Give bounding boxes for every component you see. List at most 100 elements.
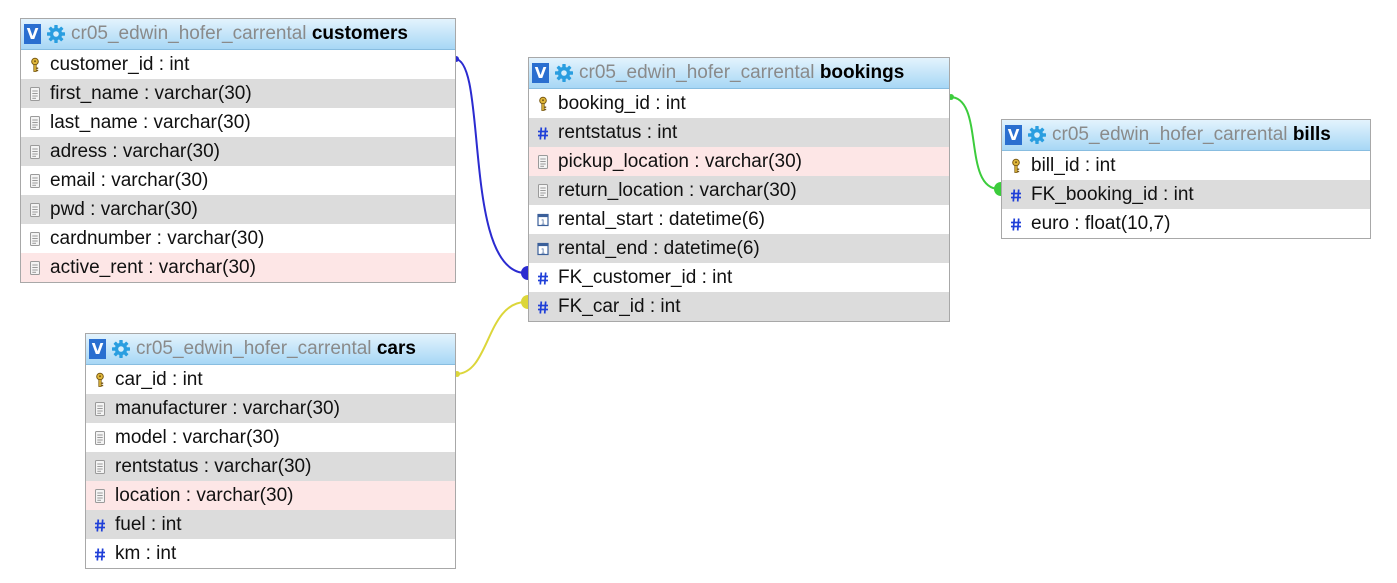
column-row[interactable]: return_location : varchar(30) bbox=[529, 176, 949, 205]
table-title[interactable]: cr05_edwin_hofer_carrental bills bbox=[1052, 124, 1331, 146]
column-row[interactable]: FK_booking_id : int bbox=[1002, 180, 1370, 209]
gear-icon[interactable] bbox=[554, 63, 574, 83]
column-label: km : int bbox=[115, 542, 177, 564]
column-row[interactable]: 1 rental_start : datetime(6) bbox=[529, 205, 949, 234]
table-title[interactable]: cr05_edwin_hofer_carrental cars bbox=[136, 338, 416, 360]
column-row[interactable]: pwd : varchar(30) bbox=[21, 195, 455, 224]
relation-cars-bookings[interactable] bbox=[455, 301, 527, 375]
column-row[interactable]: model : varchar(30) bbox=[86, 423, 455, 452]
database-name: cr05_edwin_hofer_carrental bbox=[579, 62, 815, 83]
table-bills[interactable]: V cr05_edwin_hofer_carrental bills bill_… bbox=[1001, 119, 1371, 239]
svg-text:1: 1 bbox=[541, 218, 545, 226]
text-column-icon bbox=[94, 430, 106, 446]
collapse-toggle-icon[interactable]: V bbox=[532, 63, 549, 83]
column-label: last_name : varchar(30) bbox=[50, 111, 251, 133]
text-column-icon bbox=[29, 115, 41, 131]
table-title[interactable]: cr05_edwin_hofer_carrental bookings bbox=[579, 62, 904, 84]
column-row[interactable]: FK_customer_id : int bbox=[529, 263, 949, 292]
column-label: active_rent : varchar(30) bbox=[50, 256, 256, 278]
column-row[interactable]: euro : float(10,7) bbox=[1002, 209, 1370, 238]
collapse-toggle-icon[interactable]: V bbox=[24, 24, 41, 44]
numeric-column-icon bbox=[1010, 216, 1022, 232]
text-column-icon bbox=[94, 401, 106, 417]
column-label: return_location : varchar(30) bbox=[558, 179, 797, 201]
collapse-toggle-icon[interactable]: V bbox=[89, 339, 106, 359]
relation-bookings-bills[interactable] bbox=[949, 96, 1000, 190]
column-row[interactable]: pickup_location : varchar(30) bbox=[529, 147, 949, 176]
column-row[interactable]: rentstatus : int bbox=[529, 118, 949, 147]
column-row[interactable]: location : varchar(30) bbox=[86, 481, 455, 510]
table-name: cars bbox=[376, 338, 416, 359]
table-header[interactable]: V cr05_edwin_hofer_carrental bills bbox=[1002, 120, 1370, 151]
numeric-column-icon bbox=[537, 125, 549, 141]
column-label: booking_id : int bbox=[558, 92, 686, 114]
table-customers[interactable]: V cr05_edwin_hofer_carrental customers c… bbox=[20, 18, 456, 283]
text-column-icon bbox=[94, 459, 106, 475]
text-column-icon bbox=[29, 231, 41, 247]
column-row[interactable]: car_id : int bbox=[86, 365, 455, 394]
text-column-icon bbox=[537, 183, 549, 199]
column-row[interactable]: customer_id : int bbox=[21, 50, 455, 79]
column-row[interactable]: first_name : varchar(30) bbox=[21, 79, 455, 108]
numeric-column-icon bbox=[537, 299, 549, 315]
relation-end-marker bbox=[521, 266, 528, 280]
numeric-column-icon bbox=[94, 546, 106, 562]
gear-icon[interactable] bbox=[1027, 125, 1047, 145]
column-row[interactable]: cardnumber : varchar(30) bbox=[21, 224, 455, 253]
table-header[interactable]: V cr05_edwin_hofer_carrental bookings bbox=[529, 58, 949, 89]
column-row[interactable]: bill_id : int bbox=[1002, 151, 1370, 180]
column-label: manufacturer : varchar(30) bbox=[115, 397, 340, 419]
text-column-icon bbox=[29, 202, 41, 218]
database-name: cr05_edwin_hofer_carrental bbox=[71, 23, 307, 44]
text-column-icon bbox=[537, 154, 549, 170]
numeric-column-icon bbox=[94, 517, 106, 533]
column-label: cardnumber : varchar(30) bbox=[50, 227, 265, 249]
column-label: bill_id : int bbox=[1031, 154, 1116, 176]
gear-icon[interactable] bbox=[111, 339, 131, 359]
table-bookings[interactable]: V cr05_edwin_hofer_carrental bookings bo… bbox=[528, 57, 950, 322]
column-row[interactable]: fuel : int bbox=[86, 510, 455, 539]
column-label: FK_car_id : int bbox=[558, 295, 681, 317]
column-label: first_name : varchar(30) bbox=[50, 82, 252, 104]
column-row[interactable]: rentstatus : varchar(30) bbox=[86, 452, 455, 481]
table-name: customers bbox=[311, 23, 408, 44]
primary-key-icon bbox=[537, 96, 549, 112]
primary-key-icon bbox=[1010, 158, 1022, 174]
relation-customers-bookings[interactable] bbox=[454, 58, 527, 274]
column-row[interactable]: FK_car_id : int bbox=[529, 292, 949, 321]
date-column-icon: 1 bbox=[537, 212, 549, 228]
svg-text:1: 1 bbox=[541, 247, 545, 255]
numeric-column-icon bbox=[1010, 187, 1022, 203]
database-name: cr05_edwin_hofer_carrental bbox=[136, 338, 372, 359]
gear-icon[interactable] bbox=[46, 24, 66, 44]
column-label: rental_start : datetime(6) bbox=[558, 208, 765, 230]
column-row[interactable]: booking_id : int bbox=[529, 89, 949, 118]
table-title[interactable]: cr05_edwin_hofer_carrental customers bbox=[71, 23, 408, 45]
text-column-icon bbox=[29, 173, 41, 189]
column-row[interactable]: manufacturer : varchar(30) bbox=[86, 394, 455, 423]
column-label: rentstatus : int bbox=[558, 121, 678, 143]
column-label: euro : float(10,7) bbox=[1031, 212, 1171, 234]
text-column-icon bbox=[29, 144, 41, 160]
table-name: bills bbox=[1292, 124, 1331, 145]
column-label: FK_customer_id : int bbox=[558, 266, 733, 288]
column-row[interactable]: last_name : varchar(30) bbox=[21, 108, 455, 137]
column-row[interactable]: km : int bbox=[86, 539, 455, 568]
numeric-column-icon bbox=[537, 270, 549, 286]
text-column-icon bbox=[94, 488, 106, 504]
table-cars[interactable]: V cr05_edwin_hofer_carrental cars car_id… bbox=[85, 333, 456, 569]
table-header[interactable]: V cr05_edwin_hofer_carrental customers bbox=[21, 19, 455, 50]
column-row[interactable]: active_rent : varchar(30) bbox=[21, 253, 455, 282]
column-row[interactable]: adress : varchar(30) bbox=[21, 137, 455, 166]
column-label: rental_end : datetime(6) bbox=[558, 237, 760, 259]
relation-end-marker bbox=[521, 295, 528, 309]
primary-key-icon bbox=[94, 372, 106, 388]
column-label: FK_booking_id : int bbox=[1031, 183, 1194, 205]
column-row[interactable]: 1 rental_end : datetime(6) bbox=[529, 234, 949, 263]
table-header[interactable]: V cr05_edwin_hofer_carrental cars bbox=[86, 334, 455, 365]
column-row[interactable]: email : varchar(30) bbox=[21, 166, 455, 195]
column-label: fuel : int bbox=[115, 513, 182, 535]
collapse-toggle-icon[interactable]: V bbox=[1005, 125, 1022, 145]
text-column-icon bbox=[29, 86, 41, 102]
text-column-icon bbox=[29, 260, 41, 276]
